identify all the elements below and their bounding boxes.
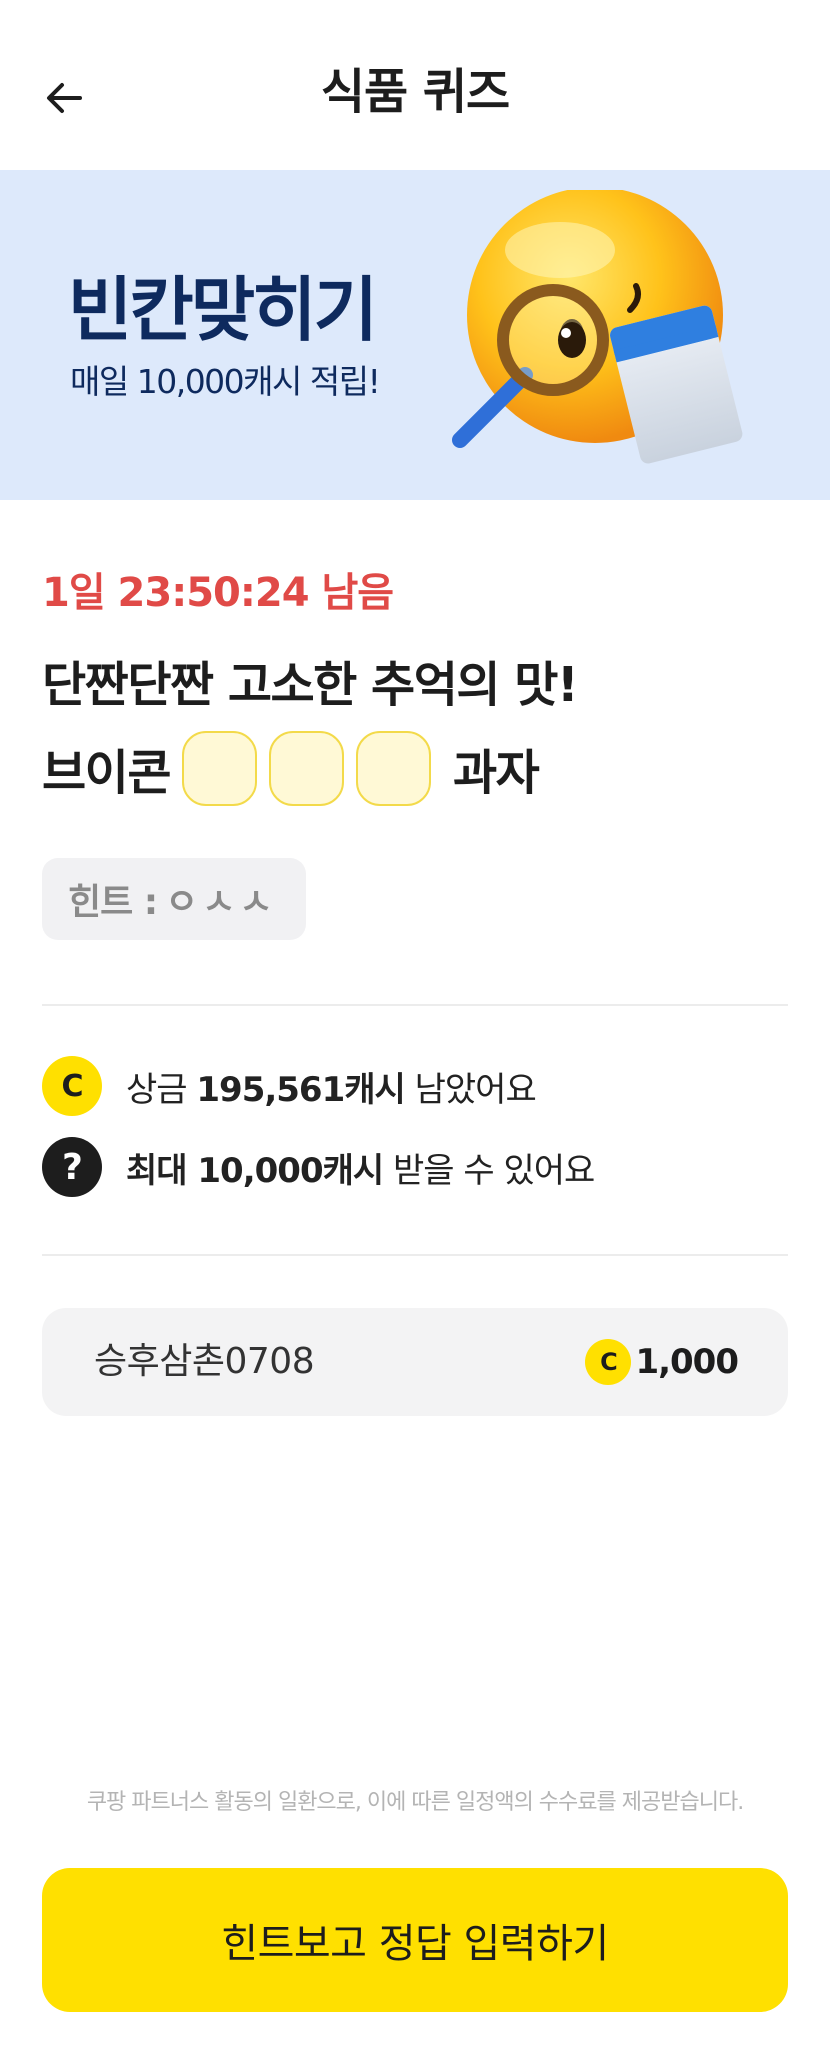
coin-icon: C: [585, 1339, 632, 1385]
divider: [42, 1254, 788, 1256]
prize-pre: 상금: [126, 1069, 188, 1110]
winner-list-item: 승후삼촌0708 C 1,000: [42, 1308, 788, 1416]
question-mark-icon: ?: [42, 1137, 102, 1197]
banner-subtitle: 매일 10,000캐시 적립!: [70, 362, 381, 401]
prize-amount: 195,561캐시: [196, 1069, 405, 1110]
countdown-timer: 1일 23:50:24 남음: [42, 570, 394, 616]
hint-answer-button[interactable]: 힌트보고 정답 입력하기: [42, 1868, 788, 2012]
question-text-line1: 단짠단짠 고소한 추억의 맛!: [42, 657, 579, 713]
coin-icon: C: [42, 1056, 102, 1116]
prize-remaining-row: C 상금 195,561캐시 남았어요: [42, 1056, 537, 1116]
answer-blank: [268, 730, 344, 806]
question-text-line2: 브이콘 과자: [42, 730, 540, 806]
divider: [42, 1004, 788, 1006]
max-reward-row: ? 최대 10,000캐시 받을 수 있어요: [42, 1137, 595, 1197]
page-title: 식품 퀴즈: [320, 64, 510, 120]
quiz-banner: 빈칸맞히기 매일 10,000캐시 적립!: [0, 170, 830, 500]
hint-label: 힌트 :: [68, 882, 158, 923]
hint-value: ㅇㅅㅅ: [165, 882, 277, 923]
answer-blank: [181, 730, 257, 806]
answer-blank: [355, 730, 431, 806]
affiliate-disclaimer: 쿠팡 파트너스 활동의 일환으로, 이에 따른 일정액의 수수료를 제공받습니다…: [86, 1790, 744, 1815]
max-post: 받을 수 있어요: [392, 1150, 595, 1191]
prize-post: 남았어요: [414, 1069, 537, 1110]
question-prefix: 브이콘: [42, 745, 171, 801]
question-suffix: 과자: [452, 745, 540, 801]
max-amount: 최대 10,000캐시: [126, 1150, 384, 1191]
top-app-bar: 식품 퀴즈: [0, 0, 830, 170]
winner-amount: 1,000: [635, 1342, 739, 1382]
winner-name: 승후삼촌0708: [94, 1341, 315, 1382]
winner-prize: C 1,000: [585, 1308, 739, 1416]
emoji-magnifier-illustration: [452, 190, 743, 464]
hint-box: 힌트 : ㅇㅅㅅ: [42, 858, 306, 940]
banner-title: 빈칸맞히기: [68, 269, 378, 351]
